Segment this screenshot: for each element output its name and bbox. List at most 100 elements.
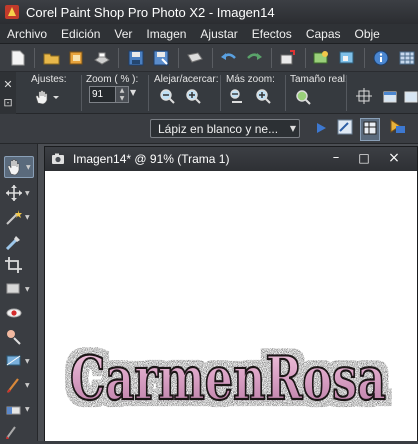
mas-zoom-label: Más zoom: xyxy=(226,74,275,85)
menu-imagen[interactable]: Imagen xyxy=(139,27,193,41)
close-options-icon[interactable]: ✕ xyxy=(3,79,12,90)
pan-tool[interactable]: ▼ xyxy=(4,156,34,178)
toolbar-separator xyxy=(177,47,179,68)
eraser-icon xyxy=(6,406,21,415)
info-button[interactable] xyxy=(370,47,393,69)
spin-up-icon[interactable]: ▲ xyxy=(116,87,128,95)
grid-icon xyxy=(399,51,415,64)
run-script-button[interactable] xyxy=(388,118,408,139)
browser-button[interactable] xyxy=(311,47,334,69)
dropper-tool[interactable] xyxy=(4,230,34,252)
pin-icon[interactable]: ⊡ xyxy=(3,97,12,108)
move-icon xyxy=(6,185,22,201)
menu-archivo[interactable]: Archivo xyxy=(0,27,54,41)
zoom-spinner[interactable]: ▲ ▼ xyxy=(115,86,129,103)
menu-objetos[interactable]: Obje xyxy=(348,27,387,41)
tool-dropdown-icon[interactable]: ▼ xyxy=(25,214,30,221)
move-tool[interactable]: ▼ xyxy=(4,182,34,204)
image-canvas[interactable]: CarmenRosa xyxy=(45,171,417,441)
fit-image-button[interactable] xyxy=(404,88,418,107)
more-tools-button[interactable] xyxy=(395,47,418,69)
menu-capas[interactable]: Capas xyxy=(299,27,348,41)
paint-brush-tool[interactable]: ▼ xyxy=(4,374,34,396)
pan-tool-extra-button[interactable] xyxy=(356,88,372,107)
toolbar-separator xyxy=(211,47,213,68)
fit-window-button[interactable] xyxy=(382,88,398,107)
browse-button[interactable] xyxy=(65,47,88,69)
menu-ajustar[interactable]: Ajustar xyxy=(193,27,244,41)
magic-wand-tool[interactable]: ▼ xyxy=(4,206,34,228)
photo-browse-icon xyxy=(313,50,329,63)
zoom-more-in-icon xyxy=(256,89,271,104)
print-button[interactable] xyxy=(183,47,206,69)
crop-tool[interactable] xyxy=(4,254,34,276)
makeover-tool[interactable] xyxy=(4,326,34,348)
script-grid-button[interactable] xyxy=(360,118,380,141)
scan-button[interactable] xyxy=(90,47,113,69)
script-edit-button[interactable] xyxy=(336,118,354,139)
zoom-label: Zoom ( % ): xyxy=(86,74,139,85)
minimize-button[interactable]: – xyxy=(326,149,346,167)
redo-button[interactable] xyxy=(243,47,266,69)
tool-dropdown-icon[interactable]: ▼ xyxy=(25,358,30,365)
red-eye-tool[interactable] xyxy=(4,302,34,324)
toolbar-handle[interactable]: ✕ ⊡ xyxy=(0,72,16,114)
tool-dropdown-icon[interactable]: ▼ xyxy=(25,190,30,197)
tool-dropdown-icon[interactable]: ▼ xyxy=(25,406,30,413)
document-titlebar[interactable]: Imagen14* @ 91% (Trama 1) – □ × xyxy=(45,147,417,171)
photo-fix-button[interactable] xyxy=(336,47,359,69)
zoom-more-out-button[interactable] xyxy=(228,88,246,109)
hand-pan-icon xyxy=(35,90,59,105)
artwork-text: CarmenRosa xyxy=(70,344,386,414)
paint-bucket-icon xyxy=(6,426,16,439)
menu-edicion[interactable]: Edición xyxy=(54,27,107,41)
magic-wand-icon xyxy=(6,210,22,225)
close-button[interactable]: × xyxy=(384,149,404,167)
toolbar-separator xyxy=(34,47,36,68)
clone-tool[interactable]: ▼ xyxy=(4,350,34,372)
menu-efectos[interactable]: Efectos xyxy=(245,27,299,41)
document-title: Imagen14* @ 91% (Trama 1) xyxy=(73,152,230,166)
open-button[interactable] xyxy=(40,47,63,69)
zoom-in-icon xyxy=(186,89,201,104)
menu-bar: Archivo Edición Ver Imagen Ajustar Efect… xyxy=(0,24,418,44)
play-script-button[interactable] xyxy=(314,120,328,139)
preset-dropdown[interactable]: Lápiz en blanco y ne... xyxy=(150,119,300,138)
script-grid-icon xyxy=(363,121,377,135)
zoom-more-in-button[interactable] xyxy=(254,88,272,109)
group-separator xyxy=(148,75,149,111)
preset-pan-button[interactable] xyxy=(33,89,61,108)
eraser-tool[interactable]: ▼ xyxy=(4,398,34,420)
new-layer-button[interactable] xyxy=(277,47,300,69)
paint-brush-icon xyxy=(7,378,19,393)
maximize-button[interactable]: □ xyxy=(354,149,374,167)
zoom-out-icon xyxy=(160,89,175,104)
save-button[interactable] xyxy=(124,47,147,69)
deform-tool[interactable]: ▼ xyxy=(4,278,34,300)
new-file-button[interactable] xyxy=(6,47,29,69)
save-as-button[interactable] xyxy=(149,47,172,69)
document-window[interactable]: Imagen14* @ 91% (Trama 1) – □ × CarmenRo… xyxy=(44,146,418,441)
tool-dropdown-icon[interactable]: ▼ xyxy=(25,382,30,389)
tools-palette: ▼ ▼ ▼ ▼ ▼ ▼ ▼ xyxy=(0,144,38,441)
tool-dropdown-icon[interactable]: ▼ xyxy=(26,164,31,171)
toolbar-separator xyxy=(363,47,365,68)
menu-ver[interactable]: Ver xyxy=(107,27,139,41)
zoom-in-button[interactable] xyxy=(184,88,202,109)
preset-dropdown-arrow-icon[interactable]: ▼ xyxy=(286,119,300,138)
undo-button[interactable] xyxy=(218,47,241,69)
crop-icon xyxy=(5,257,22,273)
undo-arrow-icon xyxy=(221,52,236,60)
actual-size-button[interactable] xyxy=(294,88,312,109)
zoom-dropdown-icon[interactable]: ▼ xyxy=(130,88,136,97)
toolbar-separator xyxy=(118,47,120,68)
title-bar: Corel Paint Shop Pro Photo X2 - Imagen14 xyxy=(0,0,418,24)
eyedropper-icon xyxy=(5,236,20,250)
spin-down-icon[interactable]: ▼ xyxy=(116,95,128,103)
info-icon xyxy=(373,50,389,65)
toolbar-separator xyxy=(270,47,272,68)
layer-icon xyxy=(280,49,296,64)
tool-dropdown-icon[interactable]: ▼ xyxy=(25,286,30,293)
zoom-out-button[interactable] xyxy=(158,88,176,109)
document-camera-icon xyxy=(52,153,64,164)
